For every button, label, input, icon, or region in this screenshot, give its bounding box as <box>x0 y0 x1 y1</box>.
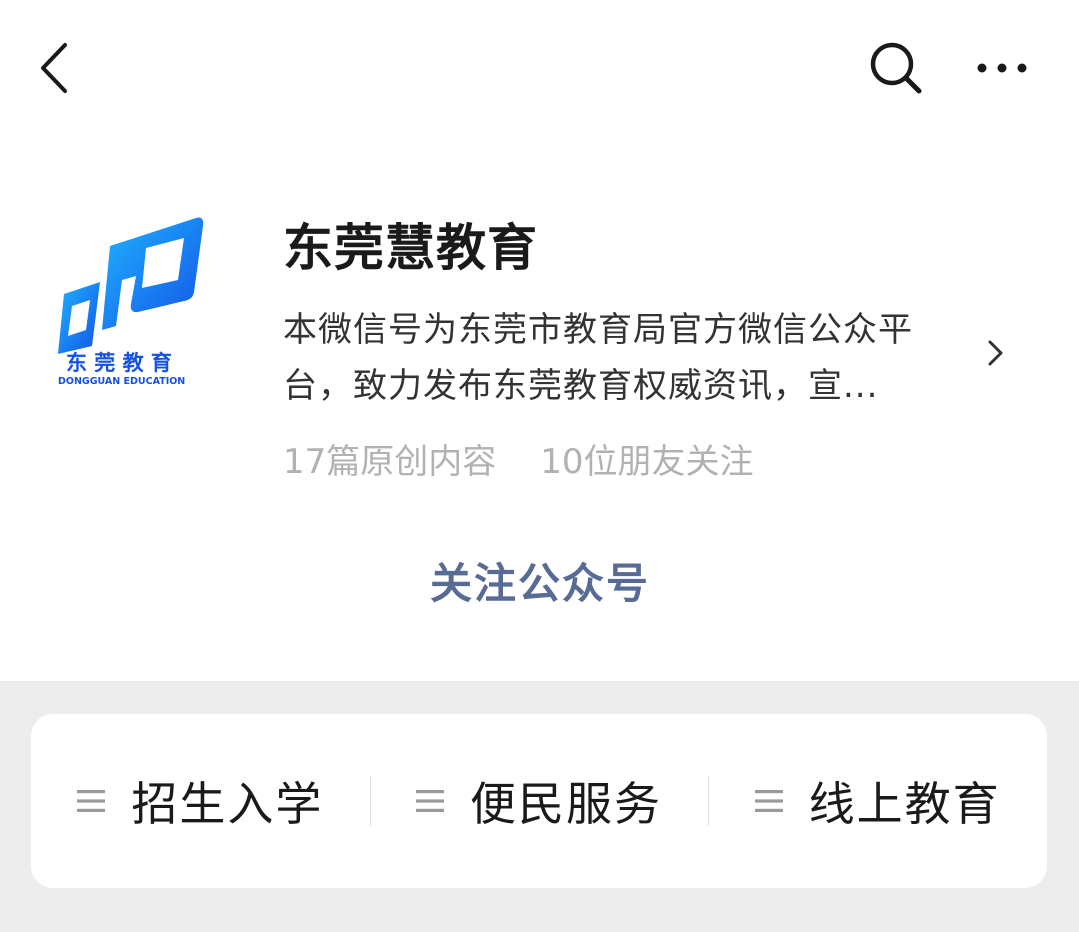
original-articles-count: 17篇原创内容 <box>283 442 497 482</box>
account-menu-bar: 招生入学 便民服务 线上教育 <box>31 714 1047 888</box>
menu-item-label: 线上教育 <box>808 777 1001 831</box>
menu-lines-icon <box>416 790 444 812</box>
search-button[interactable] <box>860 34 932 102</box>
account-name: 东莞慧教育 <box>283 219 538 277</box>
menu-item-enrollment[interactable]: 招生入学 <box>31 714 370 888</box>
logo-subtext: DONGGUAN EDUCATION <box>58 376 185 387</box>
follow-account-button[interactable]: 关注公众号 <box>340 542 740 618</box>
more-options-button[interactable] <box>968 34 1036 102</box>
back-button[interactable] <box>22 34 86 102</box>
menu-item-label: 便民服务 <box>470 777 662 831</box>
menu-item-online-education[interactable]: 线上教育 <box>708 714 1047 888</box>
dongguan-education-logo: 东 莞 教 育 DONGGUAN EDUCATION <box>58 217 204 387</box>
chevron-left-icon <box>41 43 67 93</box>
more-dots-icon <box>977 63 1027 73</box>
account-stats: 17篇原创内容 10位朋友关注 <box>283 434 754 483</box>
menu-lines-icon <box>754 790 783 812</box>
search-icon <box>870 42 922 94</box>
friends-following-count: 10位朋友关注 <box>540 442 754 482</box>
menu-item-public-services[interactable]: 便民服务 <box>369 714 709 888</box>
chevron-right-icon[interactable] <box>982 338 1008 368</box>
account-profile-panel: 东 莞 教 育 DONGGUAN EDUCATION 东莞慧教育 本微信号为东莞… <box>0 0 1079 681</box>
menu-lines-icon <box>77 790 106 812</box>
menu-item-label: 招生入学 <box>131 777 324 831</box>
account-description[interactable]: 本微信号为东莞市教育局官方微信公众平台，致力发布东莞教育权威资讯，宣... <box>283 302 973 414</box>
logo-wordmark: 东 莞 教 育 <box>66 351 172 375</box>
